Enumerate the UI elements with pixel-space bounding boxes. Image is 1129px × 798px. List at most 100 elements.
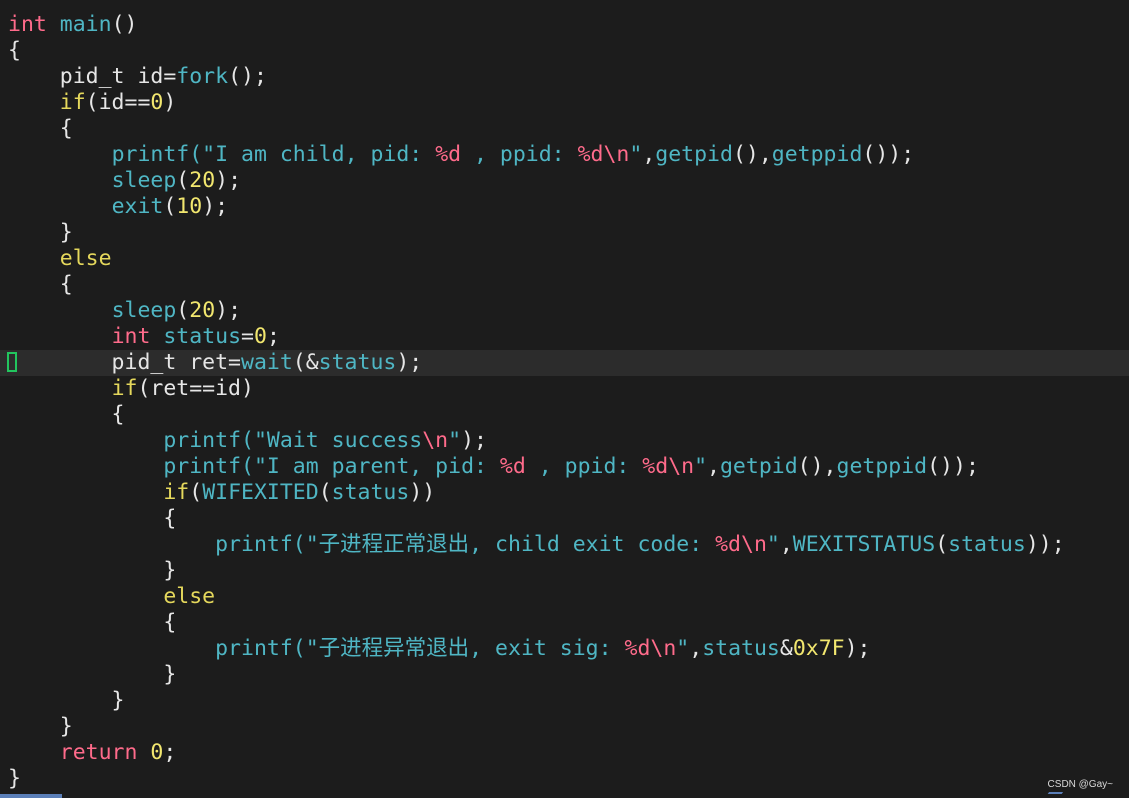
code-line[interactable]: printf("I am child, pid: %d , ppid: %d\n…: [0, 142, 1129, 168]
code-token-func: sleep: [111, 298, 177, 323]
code-token-str: ": [766, 532, 780, 557]
code-token-esc: \n: [603, 142, 630, 167]
code-token-punct: (: [189, 480, 203, 505]
code-line[interactable]: printf("I am parent, pid: %d , ppid: %d\…: [0, 454, 1129, 480]
code-token-var: status: [948, 532, 1026, 557]
code-token-plain: (id==: [85, 90, 151, 115]
code-token-punct: ;: [163, 740, 177, 765]
code-line[interactable]: if(ret==id): [0, 376, 1129, 402]
code-token-kw: if: [163, 480, 190, 505]
code-token-punct: ());: [927, 454, 979, 479]
code-line[interactable]: printf("子进程正常退出, child exit code: %d\n",…: [0, 532, 1129, 558]
code-token-str: ("I am child, pid:: [189, 142, 436, 167]
code-token-num: 20: [189, 298, 216, 323]
code-token-var: status: [702, 636, 780, 661]
code-token-punct: ,: [689, 636, 703, 661]
code-token-punct: (): [111, 12, 138, 37]
code-token-punct: {: [8, 610, 177, 635]
code-token-str: , ppid:: [525, 454, 643, 479]
code-line[interactable]: else: [0, 584, 1129, 610]
code-token-punct: );: [461, 428, 487, 453]
code-line[interactable]: {: [0, 272, 1129, 298]
code-token-var: status: [163, 324, 242, 349]
watermark: CSDN @Gay~: [1047, 779, 1113, 790]
code-token-var: status: [318, 350, 397, 375]
code-token-punct: ,: [707, 454, 720, 479]
code-token-punct: (),: [797, 454, 837, 479]
code-token-func: printf: [215, 636, 293, 661]
code-line[interactable]: pid_t id=fork();: [0, 64, 1129, 90]
code-token-punct: ): [163, 90, 177, 115]
code-line[interactable]: int main(): [0, 12, 1129, 38]
code-line[interactable]: printf("Wait success\n");: [0, 428, 1129, 454]
code-token-str: ("I am parent, pid:: [241, 454, 500, 479]
code-token-kw: else: [59, 246, 112, 271]
code-line[interactable]: exit(10);: [0, 194, 1129, 220]
code-line[interactable]: {: [0, 116, 1129, 142]
code-token-punct: }: [8, 688, 125, 713]
code-token-type: return: [59, 740, 138, 765]
code-token-type: int: [111, 324, 151, 349]
code-line[interactable]: if(WIFEXITED(status)): [0, 480, 1129, 506]
code-token-punct: {: [8, 116, 73, 141]
code-line[interactable]: {: [0, 38, 1129, 64]
code-line[interactable]: }: [0, 662, 1129, 688]
code-line[interactable]: {: [0, 506, 1129, 532]
code-token-plain: pid_t id=: [8, 64, 177, 89]
code-token-plain: (ret==id): [137, 376, 254, 401]
code-token-esc: \n: [741, 532, 767, 557]
code-line[interactable]: }: [0, 714, 1129, 740]
code-token-var: status: [331, 480, 410, 505]
code-token-func: main: [59, 12, 112, 37]
code-token-esc: \n: [650, 636, 677, 661]
code-token-func: printf: [111, 142, 190, 167]
code-token-punct: ));: [1025, 532, 1065, 557]
code-token-punct: }: [8, 766, 21, 791]
code-line[interactable]: {: [0, 610, 1129, 636]
code-line[interactable]: printf("子进程异常退出, exit sig: %d\n",status&…: [0, 636, 1129, 662]
code-token-macro: WIFEXITED: [202, 480, 319, 505]
code-token-kw: if: [111, 376, 138, 401]
code-line[interactable]: }: [0, 220, 1129, 246]
code-token-fmt: %d: [499, 454, 526, 479]
code-token-punct: {: [8, 506, 177, 531]
code-line[interactable]: sleep(20);: [0, 168, 1129, 194]
code-token-str: ": [676, 636, 690, 661]
code-area[interactable]: int main(){ pid_t id=fork(); if(id==0) {…: [0, 12, 1129, 792]
code-token-func: exit: [111, 194, 164, 219]
code-token-str: ("子进程正常退出, child exit code:: [292, 532, 716, 557]
code-editor[interactable]: int main(){ pid_t id=fork(); if(id==0) {…: [0, 0, 1129, 798]
code-line[interactable]: else: [0, 246, 1129, 272]
code-token-func: getppid: [836, 454, 928, 479]
code-line[interactable]: }: [0, 558, 1129, 584]
code-token-str: ("子进程异常退出, exit sig:: [292, 636, 625, 661]
code-line[interactable]: return 0;: [0, 740, 1129, 766]
code-token-kw: else: [163, 584, 216, 609]
code-line[interactable]: int status=0;: [0, 324, 1129, 350]
code-line-current[interactable]: pid_t ret=wait(&status);: [0, 350, 1129, 376]
code-line[interactable]: if(id==0): [0, 90, 1129, 116]
code-token-plain: pid_t ret=: [8, 350, 241, 375]
code-token-fmt: %d: [624, 636, 651, 661]
code-line[interactable]: }: [0, 688, 1129, 714]
code-token-fmt: %d: [642, 454, 669, 479]
code-token-punct: (: [318, 480, 332, 505]
status-bar-mark: [1044, 792, 1064, 798]
code-token-punct: (),: [732, 142, 772, 167]
code-token-str: ("Wait success: [241, 428, 423, 453]
code-token-fmt: %d: [435, 142, 462, 167]
code-token-punct: (: [163, 194, 177, 219]
code-line[interactable]: {: [0, 402, 1129, 428]
code-token-num: 0: [253, 324, 267, 349]
code-line[interactable]: }: [0, 766, 1129, 792]
code-line[interactable]: sleep(20);: [0, 298, 1129, 324]
